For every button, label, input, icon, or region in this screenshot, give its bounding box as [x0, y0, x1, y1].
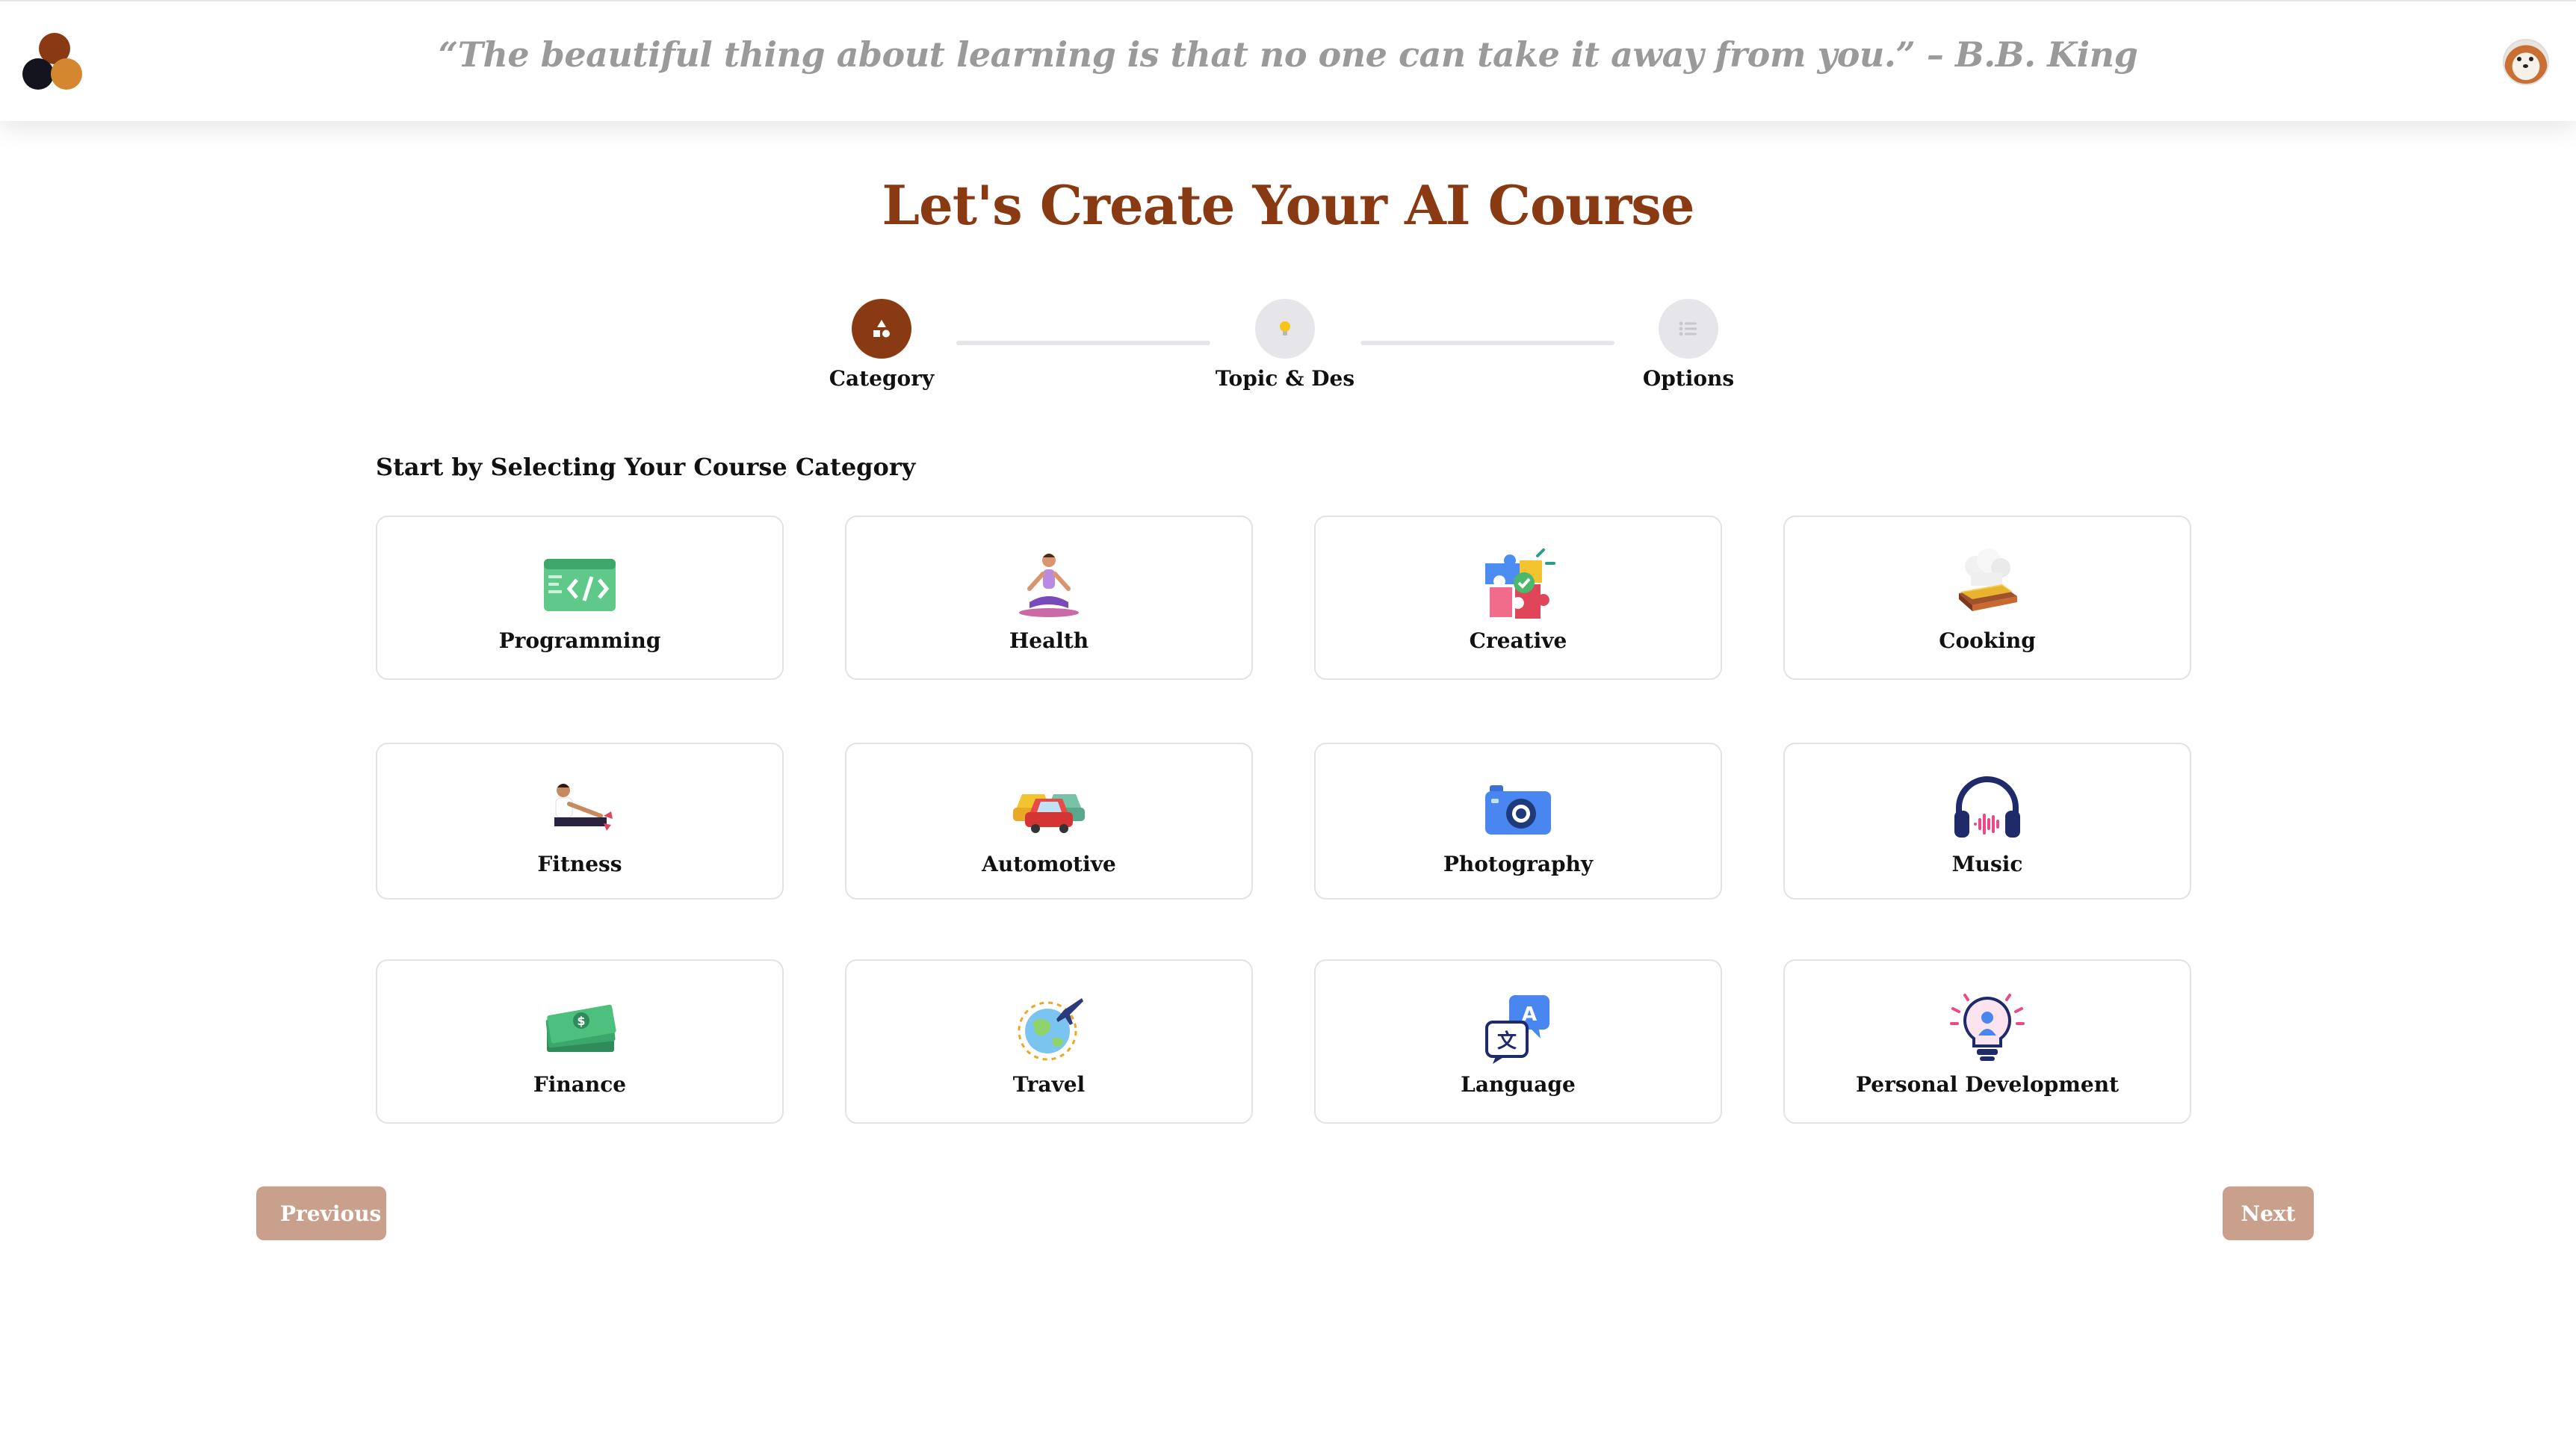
- step-label: Topic & Des: [1215, 366, 1355, 391]
- category-name: Personal Development: [1856, 1071, 2119, 1097]
- next-button[interactable]: Next: [2223, 1186, 2314, 1240]
- lightbulb-person-icon: [1946, 987, 2028, 1069]
- category-card-fitness[interactable]: Fitness: [376, 743, 784, 900]
- header-quote: “The beautiful thing about learning is t…: [438, 34, 2138, 75]
- globe-plane-icon: [1008, 987, 1090, 1069]
- shapes-icon: [852, 299, 911, 359]
- svg-text:文: 文: [1497, 1030, 1517, 1053]
- puzzle-icon: [1477, 543, 1559, 625]
- category-name: Finance: [533, 1071, 627, 1097]
- progress-stepper: Category Topic & Des Options: [0, 299, 2576, 396]
- step-label: Category: [829, 366, 935, 391]
- chef-hat-icon: [1946, 543, 2028, 625]
- category-name: Language: [1461, 1071, 1576, 1097]
- category-card-creative[interactable]: Creative: [1314, 516, 1722, 680]
- step-options: Options: [1576, 299, 1801, 391]
- cars-icon: [1008, 767, 1090, 849]
- top-header: “The beautiful thing about learning is t…: [0, 0, 2576, 121]
- svg-text:$: $: [577, 1014, 585, 1028]
- category-name: Health: [1009, 628, 1089, 653]
- lightbulb-icon: [1255, 299, 1315, 359]
- category-name: Travel: [1012, 1071, 1086, 1097]
- step-label: Options: [1642, 366, 1735, 391]
- category-card-music[interactable]: Music: [1783, 743, 2191, 900]
- category-card-health[interactable]: Health: [845, 516, 1253, 680]
- step-topic: Topic & Des: [1173, 299, 1397, 391]
- category-card-travel[interactable]: Travel: [845, 959, 1253, 1124]
- previous-button[interactable]: Previous: [256, 1186, 386, 1240]
- category-name: Fitness: [537, 851, 622, 876]
- code-window-icon: [539, 543, 621, 625]
- category-name: Music: [1951, 851, 2023, 876]
- category-name: Creative: [1469, 628, 1567, 653]
- yoga-person-icon: [1008, 543, 1090, 625]
- user-avatar[interactable]: [2503, 39, 2549, 85]
- category-name: Automotive: [982, 851, 1116, 876]
- money-icon: $: [539, 987, 621, 1069]
- step-category: Category: [770, 299, 994, 391]
- category-name: Photography: [1443, 851, 1594, 876]
- camera-icon: [1477, 767, 1559, 849]
- category-card-finance[interactable]: $ Finance: [376, 959, 784, 1124]
- category-name: Cooking: [1939, 628, 2036, 653]
- stretching-person-icon: [539, 767, 621, 849]
- list-icon: [1659, 299, 1718, 359]
- page-title: Let's Create Your AI Course: [882, 173, 1694, 237]
- category-card-personal-development[interactable]: Personal Development: [1783, 959, 2191, 1124]
- translate-icon: A 文: [1477, 987, 1559, 1069]
- category-card-automotive[interactable]: Automotive: [845, 743, 1253, 900]
- section-title: Start by Selecting Your Course Category: [376, 453, 916, 481]
- category-card-language[interactable]: A 文 Language: [1314, 959, 1722, 1124]
- category-name: Programming: [498, 628, 661, 653]
- category-card-programming[interactable]: Programming: [376, 516, 784, 680]
- headphones-icon: [1946, 767, 2028, 849]
- category-card-cooking[interactable]: Cooking: [1783, 516, 2191, 680]
- category-card-photography[interactable]: Photography: [1314, 743, 1722, 900]
